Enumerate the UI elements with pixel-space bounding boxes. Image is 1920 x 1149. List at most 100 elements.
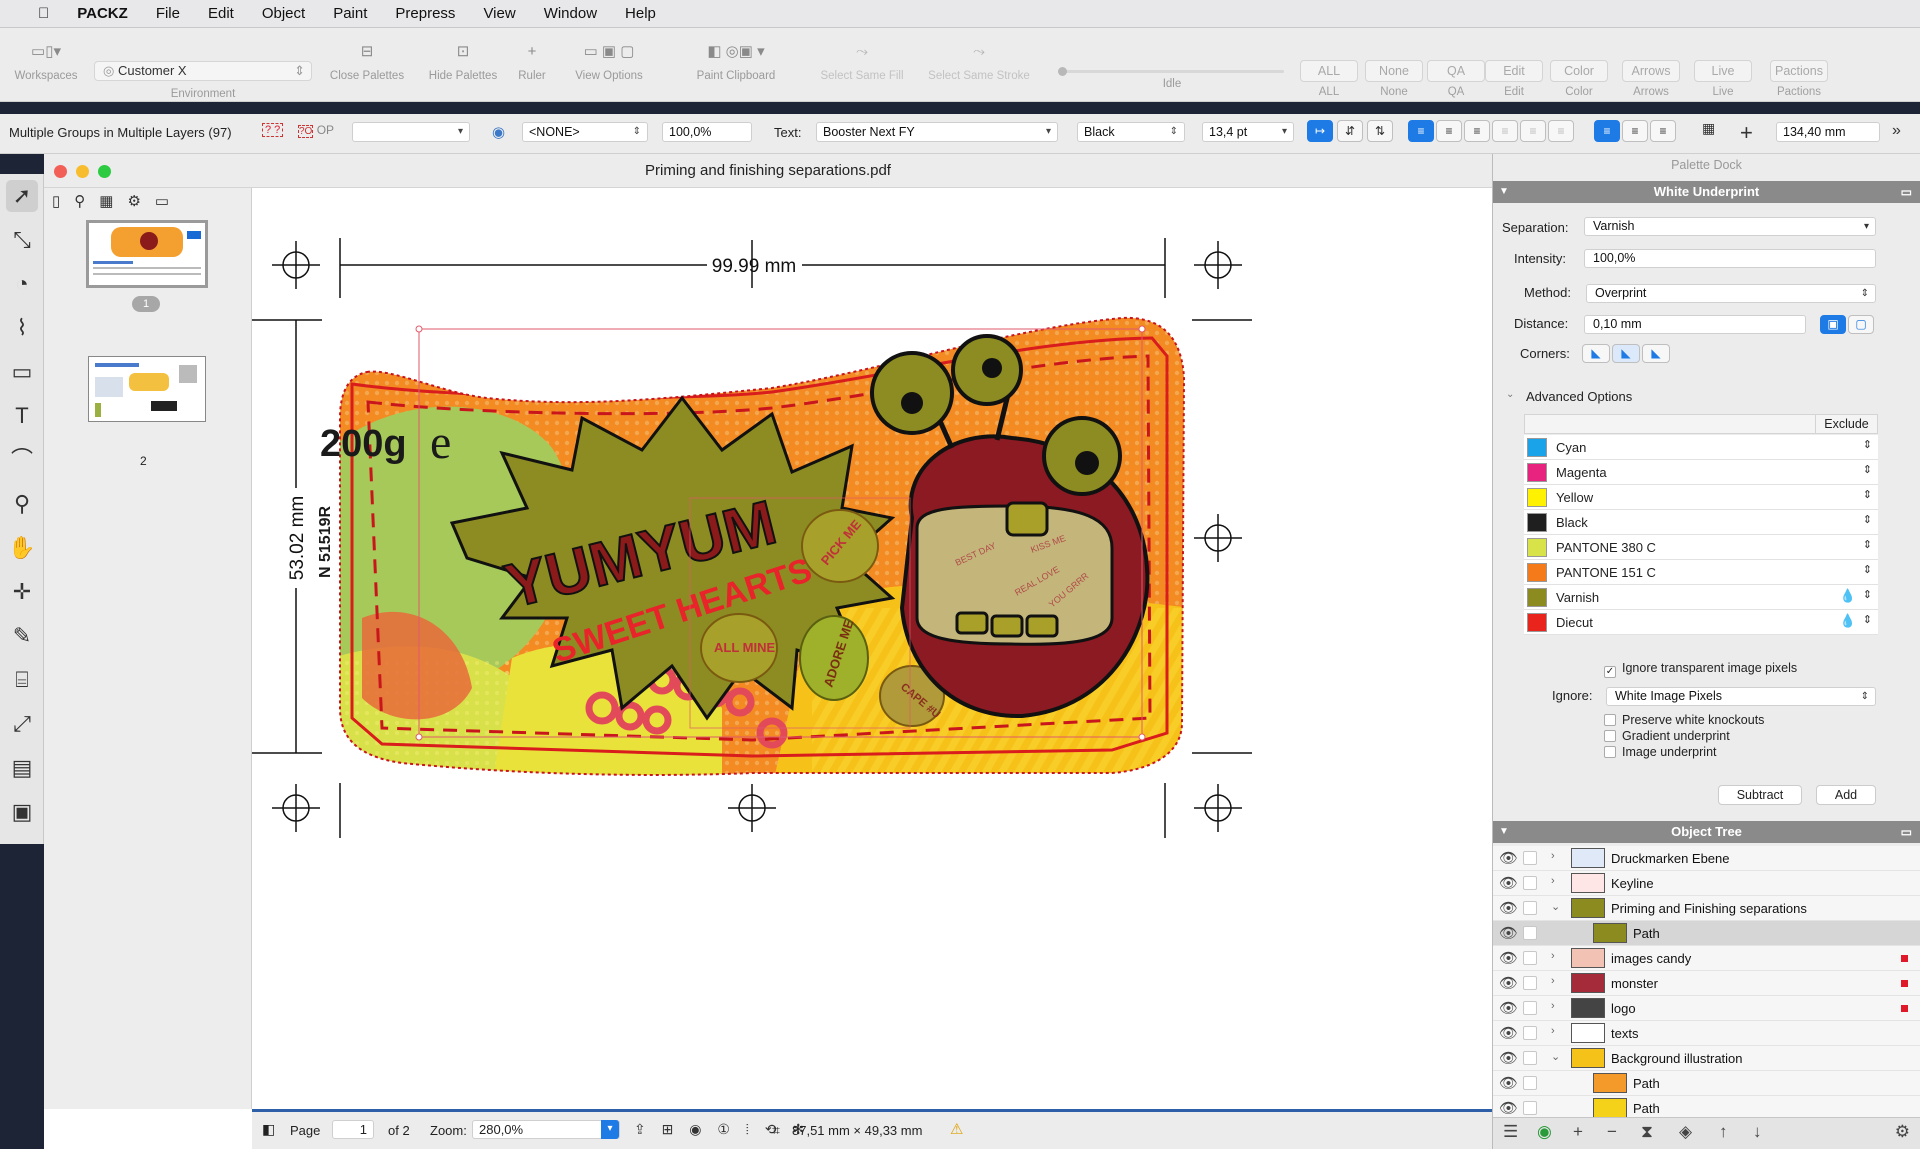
menu-window[interactable]: Window [530,5,611,22]
curve-tool[interactable]: ⌒ [6,444,38,476]
warning-icon[interactable]: ⚠ [950,1120,963,1138]
corner-miter-button[interactable]: ◣ [1582,344,1610,363]
search-icon[interactable]: ⚲ [74,192,85,216]
page-input[interactable]: 1 [332,1120,374,1139]
crosshair-tool[interactable]: ✛ [6,576,38,608]
text-tool[interactable]: T [6,400,38,432]
font-select[interactable]: Booster Next FY ▾ [816,122,1058,142]
distance-mode-outside-button[interactable]: ▣ [1820,315,1846,334]
weight-text[interactable]: 200g [320,423,407,465]
valign-bottom-button[interactable]: ≡ [1650,120,1676,142]
eye-icon[interactable]: 👁 [1499,1099,1518,1117]
corner-round-button[interactable]: ◣ [1612,344,1640,363]
filter-color-button[interactable]: Color [1550,60,1608,82]
tree-row[interactable]: 👁 › Keyline [1493,871,1920,896]
select-same-stroke-button[interactable]: ⤳ Select Same Stroke [920,28,1038,102]
menu-app[interactable]: PACKZ [63,5,142,22]
tree-row[interactable]: 👁 › logo [1493,996,1920,1021]
tree-row[interactable]: 👁 › monster [1493,971,1920,996]
ruler-button[interactable]: + Ruler [512,28,552,102]
overprint-toggle[interactable]: ?O OP [298,123,334,138]
menu-view[interactable]: View [469,5,529,22]
ignore-transparent-checkbox[interactable]: ✓ Ignore transparent image pixels [1604,661,1797,678]
tree-row[interactable]: 👁 › images candy [1493,946,1920,971]
color-tool[interactable]: ◔ [6,268,38,300]
lock-checkbox[interactable] [1523,1101,1537,1115]
hourglass-icon[interactable]: ⧗ [1641,1122,1653,1142]
paint-clipboard-group[interactable]: ◧ ◎▣ ▾ Paint Clipboard [672,28,800,102]
workspaces-group[interactable]: ▭▯▾ Workspaces [6,28,86,102]
menu-prepress[interactable]: Prepress [381,5,469,22]
font-size-select[interactable]: 13,4 pt ▾ [1202,122,1294,142]
align-right-button[interactable]: ≡ [1464,120,1490,142]
estimated-sign[interactable]: e [430,416,451,469]
advanced-options-toggle[interactable]: Advanced Options [1526,389,1632,404]
panel-menu-icon[interactable]: ▭ [1901,181,1912,203]
close-palettes-button[interactable]: ⊟ Close Palettes [322,28,412,102]
minimize-window-button[interactable] [76,165,89,178]
lock-checkbox[interactable] [1523,901,1537,915]
zoom-tool[interactable]: ⚲ [6,488,38,520]
preserve-knockouts-checkbox[interactable]: Preserve white knockouts [1604,713,1764,727]
close-window-button[interactable] [54,165,67,178]
hide-palettes-button[interactable]: ⊡ Hide Palettes [418,28,508,102]
lock-checkbox[interactable] [1523,1076,1537,1090]
corner-bevel-button[interactable]: ◣ [1642,344,1670,363]
eye-icon[interactable]: 👁 [1499,1074,1518,1092]
valign-top-button[interactable]: ≡ [1594,120,1620,142]
chevron-right-icon[interactable]: › [1551,950,1555,962]
lock-checkbox[interactable] [1523,851,1537,865]
lock-checkbox[interactable] [1523,1051,1537,1065]
separation-row[interactable]: PANTONE 380 C ⇕ [1524,535,1878,560]
filter-arrows-button[interactable]: Arrows [1622,60,1680,82]
dimension-tool[interactable]: ⤢ [6,708,38,740]
filter-all-button[interactable]: ALL [1300,60,1358,82]
hand-tool[interactable]: ✋ [6,532,38,564]
distance-mode-inside-button[interactable]: ▢ [1848,315,1874,334]
path-tool[interactable]: ⌇ [6,312,38,344]
separation-row[interactable]: Diecut ⇕ 💧 [1524,610,1878,635]
batch-code-text[interactable]: N 51519R [317,506,334,578]
add-layer-icon[interactable]: + [1573,1122,1583,1142]
opacity-field[interactable]: 100,0% [662,122,752,142]
tree-row[interactable]: 👁 ⌄ Background illustration [1493,1046,1920,1071]
comments-icon[interactable]: ▭ [155,192,169,216]
lock-checkbox[interactable] [1523,1026,1537,1040]
gear-icon[interactable]: ⚙ [127,192,140,216]
pages-tab-icon[interactable]: ▯ [52,192,60,216]
exclude-stepper[interactable]: ⇕ [1863,613,1872,626]
apple-icon[interactable]:  [24,5,63,22]
move-down-icon[interactable]: ↓ [1753,1122,1762,1142]
view-mode-icons[interactable]: ⇪ ⊞ ◉ ① ⦙ ⟲ ✻ [634,1121,810,1138]
move-up-icon[interactable]: ↑ [1719,1122,1728,1142]
justify-left-button[interactable]: ≡ [1492,120,1518,142]
filter-none-button[interactable]: None [1365,60,1423,82]
menu-help[interactable]: Help [611,5,670,22]
artwork[interactable]: 99.99 mm 53.02 mm YUMYUM SWEET HEARTS 20… [252,188,1492,1109]
valign-middle-button[interactable]: ≡ [1622,120,1648,142]
artwork-canvas[interactable]: 99.99 mm 53.02 mm YUMYUM SWEET HEARTS 20… [252,188,1492,1109]
eye-icon[interactable]: 👁 [1499,924,1518,942]
eye-icon[interactable]: 👁 [1499,999,1518,1017]
zoom-window-button[interactable] [98,165,111,178]
gear-icon[interactable]: ⚙ [1895,1122,1910,1142]
chevron-right-icon[interactable]: › [1551,1025,1555,1037]
exclude-stepper[interactable]: ⇕ [1863,588,1872,601]
separation-row[interactable]: Varnish ⇕ 💧 [1524,585,1878,610]
lock-checkbox[interactable] [1523,951,1537,965]
swatch-select[interactable]: <NONE> ⇕ [522,122,648,142]
lock-checkbox[interactable] [1523,926,1537,940]
exclude-stepper[interactable]: ⇕ [1863,513,1872,526]
layers-icon[interactable]: ◈ [1679,1122,1692,1142]
comment-tool[interactable]: ▤ [6,752,38,784]
separation-row[interactable]: Yellow ⇕ [1524,485,1878,510]
tree-row[interactable]: 👁 Path [1493,921,1920,946]
chevron-right-icon[interactable]: › [1551,875,1555,887]
lock-checkbox[interactable] [1523,876,1537,890]
separation-row[interactable]: Cyan ⇕ [1524,435,1878,460]
page-thumbnail-1[interactable] [86,220,208,288]
ignore-select[interactable]: White Image Pixels ⇕ [1606,687,1876,706]
chevron-right-icon[interactable]: › [1551,975,1555,987]
text-direction-vertical-button[interactable]: ⇵ [1337,120,1363,142]
filter-qa-button[interactable]: QA [1427,60,1485,82]
